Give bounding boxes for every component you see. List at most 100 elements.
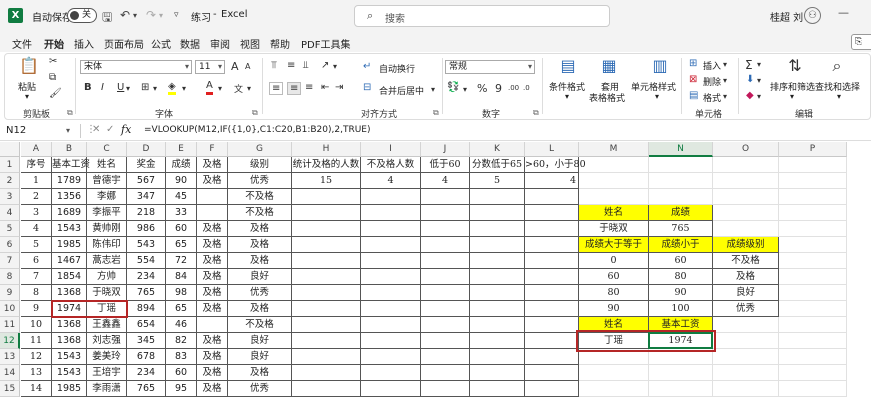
empty-cell[interactable] (292, 349, 361, 365)
empty-cell[interactable] (361, 381, 421, 397)
empty-cell[interactable] (292, 221, 361, 237)
empty-cell[interactable] (525, 365, 579, 381)
column-header-f[interactable]: F (197, 142, 228, 157)
table-cell[interactable]: 及格 (228, 237, 292, 253)
table-cell[interactable]: 及格 (197, 253, 228, 269)
clipboard-launcher-icon[interactable]: ⧉ (67, 108, 73, 118)
row-header-8[interactable]: 8 (0, 269, 20, 285)
undo-icon[interactable]: ↶ (120, 8, 130, 22)
table-cell[interactable]: 60 (166, 221, 197, 237)
insert-function-icon[interactable]: fx (121, 123, 131, 136)
empty-cell[interactable] (779, 237, 847, 253)
lookup-result-cell[interactable]: 765 (649, 221, 713, 237)
row-header-13[interactable]: 13 (0, 349, 20, 365)
column-header-l[interactable]: L (525, 142, 579, 157)
accounting-dropdown-icon[interactable]: ▾ (463, 85, 467, 94)
empty-cell[interactable] (421, 269, 470, 285)
table-cell[interactable]: 894 (127, 301, 166, 317)
copy-icon[interactable]: ⧉ (49, 72, 56, 83)
empty-cell[interactable] (421, 285, 470, 301)
table-cell[interactable]: 王培宇 (87, 365, 127, 381)
empty-cell[interactable] (649, 157, 713, 173)
table-cell[interactable]: 567 (127, 173, 166, 189)
table-cell[interactable]: 1356 (52, 189, 87, 205)
empty-cell[interactable] (421, 365, 470, 381)
empty-cell[interactable] (361, 253, 421, 269)
row-header-2[interactable]: 2 (0, 173, 20, 189)
table-cell[interactable]: 黄帅刚 (87, 221, 127, 237)
table-cell[interactable]: 234 (127, 365, 166, 381)
align-right-icon[interactable]: ≡ (305, 82, 313, 93)
empty-cell[interactable] (421, 221, 470, 237)
merge-dropdown-icon[interactable]: ▾ (431, 85, 435, 94)
format-cells-button[interactable]: 格式 (703, 91, 721, 104)
table-cell[interactable]: 347 (127, 189, 166, 205)
font-name-select[interactable]: 宋体 ▾ (80, 60, 192, 74)
table-cell[interactable]: 72 (166, 253, 197, 269)
empty-cell[interactable] (713, 333, 779, 349)
empty-cell[interactable] (779, 205, 847, 221)
empty-cell[interactable] (779, 269, 847, 285)
empty-cell[interactable] (525, 301, 579, 317)
empty-cell[interactable] (470, 301, 525, 317)
table-cell[interactable]: 345 (127, 333, 166, 349)
empty-cell[interactable] (292, 381, 361, 397)
table-cell[interactable]: 1689 (52, 205, 87, 221)
table-cell[interactable]: 1985 (52, 237, 87, 253)
lookup-header-cell[interactable]: 姓名 (579, 205, 649, 221)
column-header-j[interactable]: J (421, 142, 470, 157)
accounting-format-icon[interactable]: 💱 (447, 82, 459, 93)
delete-dropdown-icon[interactable]: ▾ (723, 76, 727, 85)
table-cell[interactable]: 陈伟印 (87, 237, 127, 253)
empty-cell[interactable] (525, 253, 579, 269)
stat-value-cell[interactable]: 4 (361, 173, 421, 189)
table-cell[interactable]: 98 (166, 285, 197, 301)
column-header-n[interactable]: N (649, 142, 713, 157)
font-size-select[interactable]: 11 ▾ (195, 60, 225, 74)
number-format-select[interactable]: 常规 ▾ (445, 60, 535, 74)
row-header-15[interactable]: 15 (0, 381, 20, 397)
table-cell[interactable]: 及格 (228, 301, 292, 317)
table-cell[interactable]: 678 (127, 349, 166, 365)
percent-button[interactable]: % (477, 82, 487, 95)
header-cell[interactable]: 不及格人数 (361, 157, 421, 173)
empty-cell[interactable] (470, 253, 525, 269)
customize-toolbar-icon[interactable]: ▿ (174, 10, 179, 20)
paste-icon[interactable]: 📋 (19, 56, 39, 75)
header-cell[interactable]: 分数低于65 (470, 157, 525, 173)
grade-header-cell[interactable]: 成绩级别 (713, 237, 779, 253)
insert-cells-icon[interactable]: ⊞ (689, 58, 697, 69)
table-cell[interactable]: 83 (166, 349, 197, 365)
empty-cell[interactable] (292, 269, 361, 285)
table-cell[interactable]: 765 (127, 381, 166, 397)
table-cell[interactable]: 3 (21, 205, 52, 221)
active-cell-n12[interactable] (648, 332, 713, 349)
table-cell[interactable]: 优秀 (228, 173, 292, 189)
format-painter-icon[interactable]: 🖌 (49, 88, 62, 99)
find-select-icon[interactable]: ⌕ (827, 56, 847, 76)
empty-cell[interactable] (361, 349, 421, 365)
empty-cell[interactable] (421, 253, 470, 269)
minimize-icon[interactable]: — (838, 6, 849, 19)
table-cell[interactable]: 65 (166, 237, 197, 253)
row-header-3[interactable]: 3 (0, 189, 20, 205)
table-cell[interactable]: 13 (21, 365, 52, 381)
table-cell[interactable] (197, 317, 228, 333)
empty-cell[interactable] (421, 381, 470, 397)
phonetic-dropdown-icon[interactable]: ▾ (247, 84, 251, 93)
row-header-1[interactable]: 1 (0, 157, 20, 173)
header-cell[interactable]: 序号 (21, 157, 52, 173)
empty-cell[interactable] (579, 173, 649, 189)
tab-data[interactable]: 数据 (180, 36, 200, 51)
table-cell[interactable]: 及格 (228, 221, 292, 237)
table-cell[interactable]: 84 (166, 269, 197, 285)
decrease-decimal-button[interactable]: .0 (523, 84, 530, 92)
tab-insert[interactable]: 插入 (74, 36, 94, 51)
align-bottom-icon[interactable]: ⫫ (303, 60, 309, 71)
clear-icon[interactable]: ◆ (746, 90, 754, 101)
empty-cell[interactable] (779, 221, 847, 237)
table-cell[interactable]: 李振平 (87, 205, 127, 221)
header-cell[interactable]: 奖金 (127, 157, 166, 173)
empty-cell[interactable] (779, 349, 847, 365)
table-cell[interactable]: 曾德宇 (87, 173, 127, 189)
